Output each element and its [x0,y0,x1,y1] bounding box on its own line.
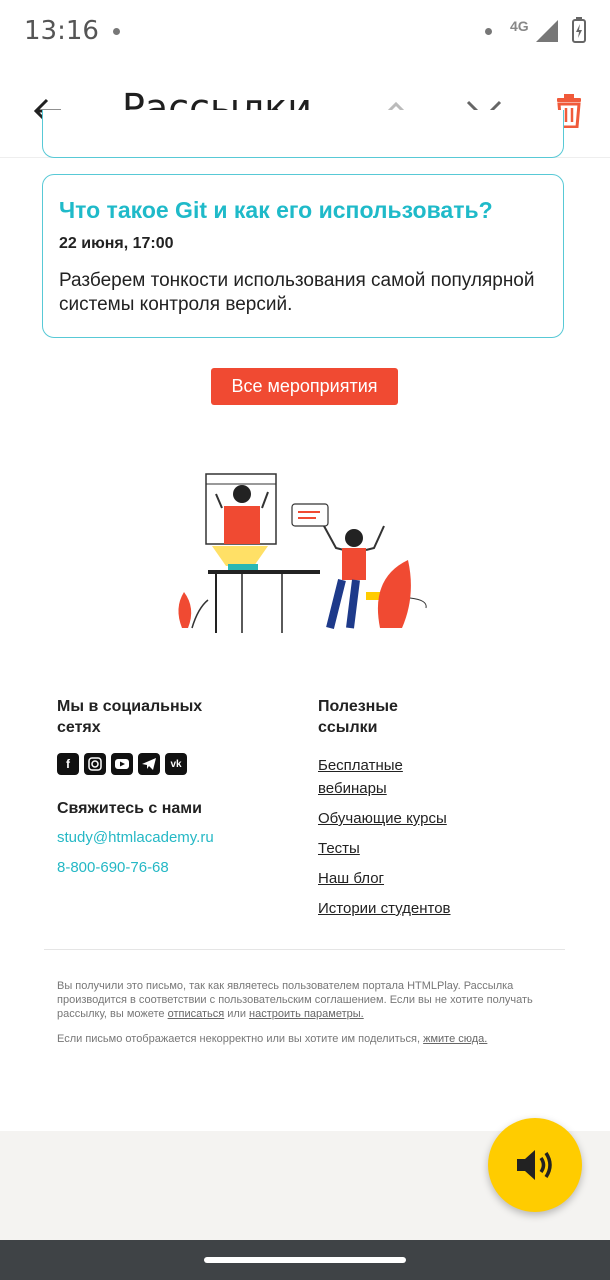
useful-links-list: Бесплатные вебинары Обучающие курсы Тест… [318,754,518,927]
home-gesture-pill[interactable] [204,1257,406,1263]
footer-divider [44,949,565,950]
contact-heading: Свяжитесь с нами [57,800,202,817]
webinar-illustration [178,473,427,633]
link-courses[interactable]: Обучающие курсы [318,807,518,830]
display-note-body: Если письмо отображается некорректно или… [57,1033,424,1045]
link-blog[interactable]: Наш блог [318,867,518,890]
event-card[interactable]: Что такое Git и как его использовать? 22… [42,174,564,338]
event-title[interactable]: Что такое Git и как его использовать? [59,197,493,224]
notification-dot-icon [113,28,120,35]
display-note-text: Если письмо отображается некорректно или… [57,1032,557,1046]
link-tests[interactable]: Тесты [318,837,518,860]
social-icons-row: f vk [57,753,187,775]
event-date: 22 июня, 17:00 [59,235,174,252]
battery-icon [572,17,586,43]
notification-dot-icon [485,28,492,35]
vk-icon[interactable]: vk [165,753,187,775]
settings-link[interactable]: настроить параметры. [249,1008,364,1020]
social-heading: Мы в социальных сетях [57,698,203,736]
contact-email-link[interactable]: study@htmlacademy.ru [57,829,214,846]
facebook-icon[interactable]: f [57,753,79,775]
telegram-icon[interactable] [138,753,160,775]
links-heading: Полезные ссылки [318,698,398,736]
click-here-link[interactable]: жмите сюда. [423,1033,487,1045]
all-events-button[interactable]: Все мероприятия [211,368,398,405]
instagram-icon[interactable] [84,753,106,775]
status-bar: 13:16 4G [0,0,610,62]
event-description: Разберем тонкости использования самой по… [59,270,535,315]
signal-icon [536,20,558,42]
previous-event-card [42,110,564,158]
status-time: 13:16 [24,16,99,46]
network-type: 4G [510,18,529,34]
system-nav-bar [0,1240,610,1280]
disclaimer-text: Вы получили это письмо, так как являетес… [57,979,557,1021]
speaker-icon [517,1150,552,1180]
youtube-icon[interactable] [111,753,133,775]
speaker-button[interactable] [488,1118,582,1212]
unsubscribe-link[interactable]: отписаться [168,1008,225,1020]
contact-phone-link[interactable]: 8-800-690-76-68 [57,859,169,876]
link-free-webinars[interactable]: Бесплатные вебинары [318,754,428,800]
link-student-stories[interactable]: Истории студентов [318,897,518,920]
disclaimer-or: или [224,1008,250,1020]
